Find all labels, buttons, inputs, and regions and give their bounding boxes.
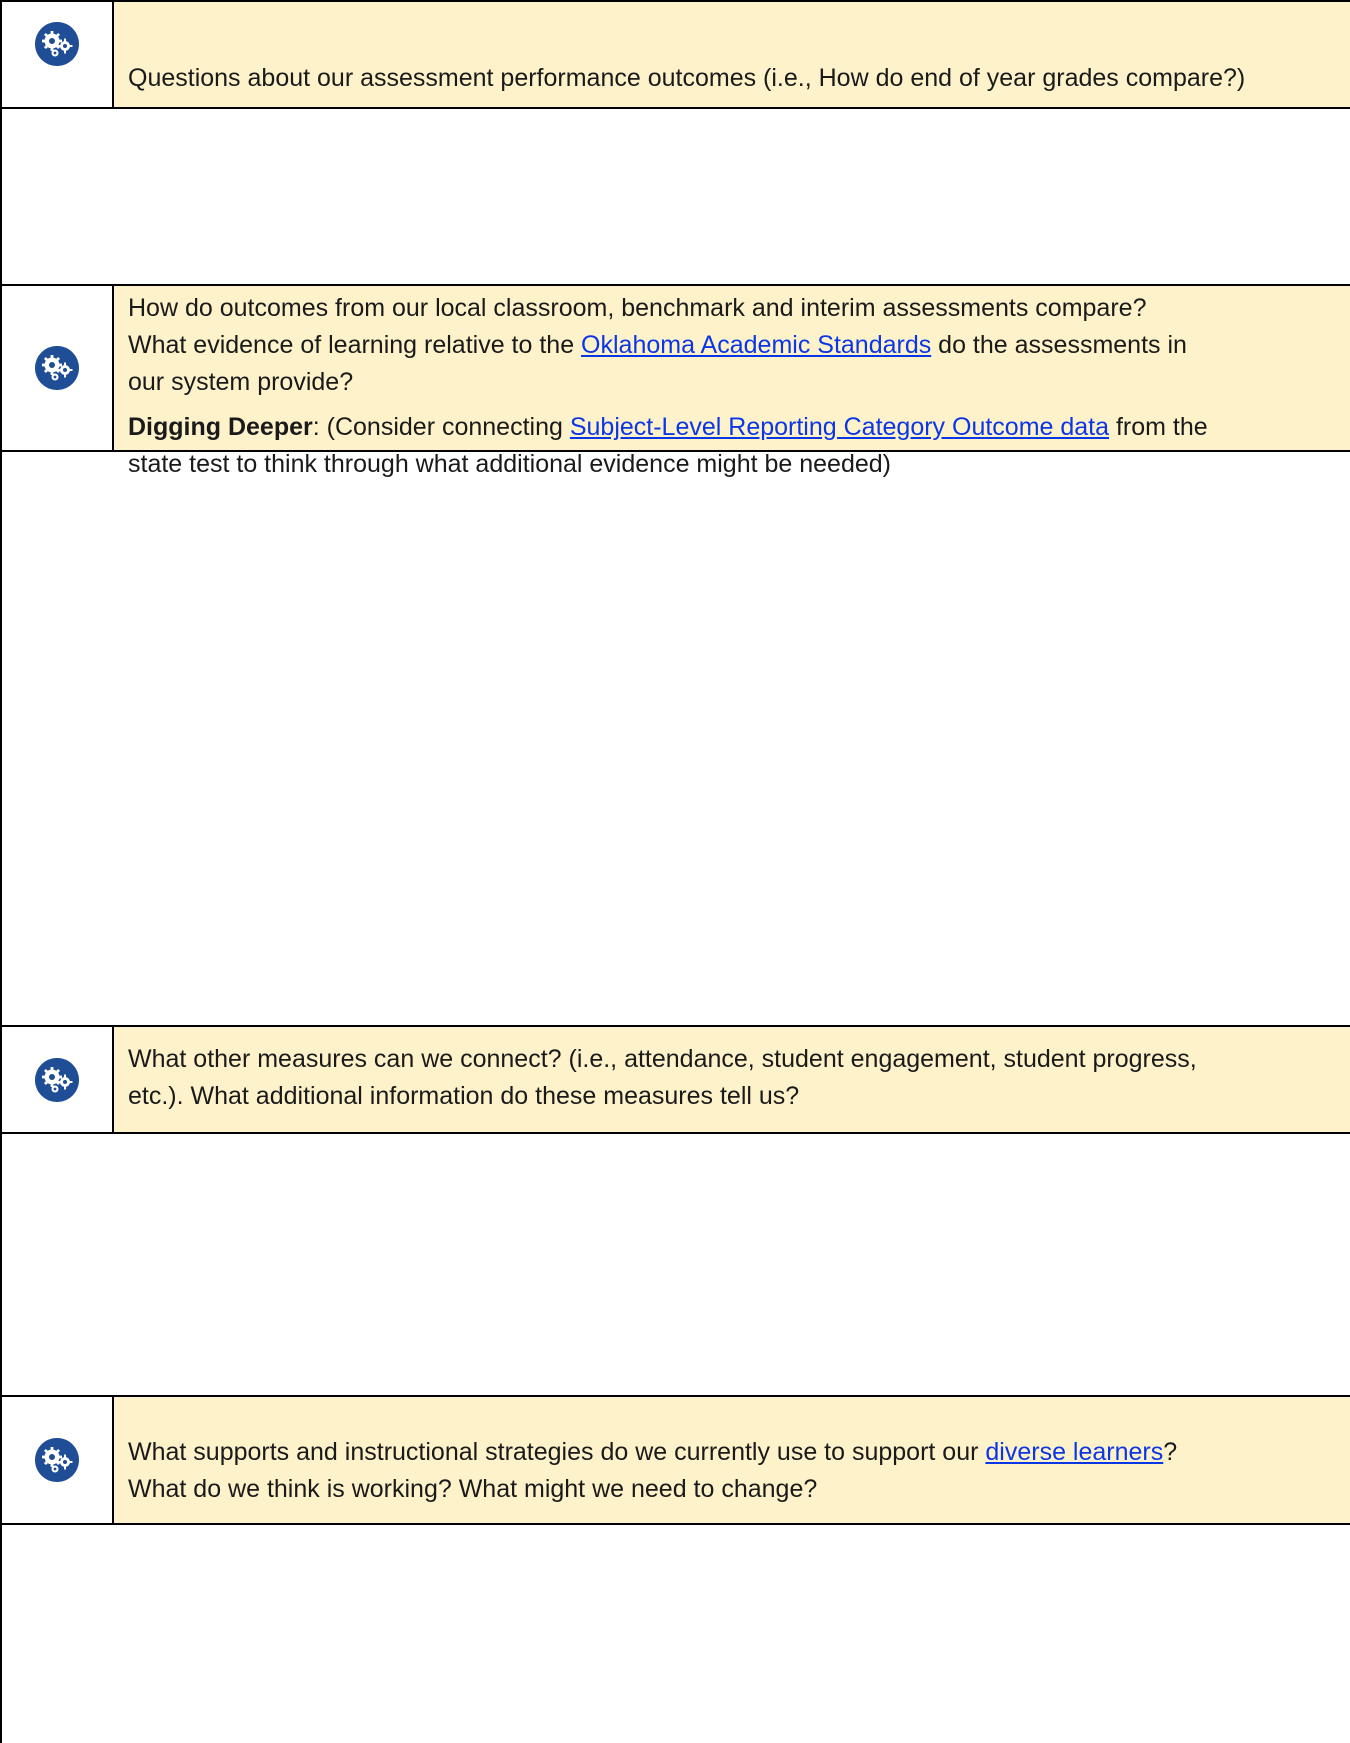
- section-diverse-learners: What supports and instructional strategi…: [2, 1395, 1350, 1743]
- prompt-text: What supports and instructional strategi…: [114, 1397, 1350, 1523]
- section-local-assessments: How do outcomes from our local classroom…: [2, 284, 1350, 750]
- text-span: do the assessments in: [931, 331, 1187, 359]
- prompt-line: our system provide?: [128, 368, 354, 396]
- prompt-line: What other measures can we connect? (i.e…: [128, 1045, 1197, 1073]
- reflection-worksheet: Questions about our assessment performan…: [0, 0, 1350, 1743]
- prompt-row: What other measures can we connect? (i.e…: [2, 1025, 1350, 1134]
- digging-deeper-label: Digging Deeper: [128, 413, 313, 441]
- diverse-learners-link[interactable]: diverse learners: [985, 1438, 1163, 1466]
- prompt-text: How do outcomes from our local classroom…: [114, 286, 1350, 478]
- text-span: What supports and instructional strategi…: [128, 1438, 986, 1466]
- answer-area[interactable]: [2, 452, 1350, 750]
- text-span: ?: [1163, 1438, 1178, 1466]
- oklahoma-academic-standards-link[interactable]: Oklahoma Academic Standards: [581, 331, 931, 359]
- prompt-line: Questions about our assessment performan…: [128, 64, 1246, 92]
- section-other-measures: What other measures can we connect? (i.e…: [2, 1025, 1350, 1394]
- prompt-line: What do we think is working? What might …: [128, 1475, 818, 1503]
- gears-icon: [35, 22, 79, 66]
- prompt-row: Questions about our assessment performan…: [2, 0, 1350, 109]
- prompt-text: What other measures can we connect? (i.e…: [114, 1027, 1350, 1132]
- icon-cell: [2, 1397, 114, 1523]
- icon-cell: [2, 2, 114, 107]
- prompt-line: What evidence of learning relative to th…: [128, 327, 1336, 364]
- prompt-line: state test to think through what additio…: [128, 450, 892, 478]
- text-span: from the: [1109, 413, 1208, 441]
- answer-area[interactable]: [2, 109, 1350, 286]
- reporting-category-outcome-data-link[interactable]: Subject-Level Reporting Category Outcome…: [570, 413, 1109, 441]
- icon-cell: [2, 1027, 114, 1132]
- gears-icon: [35, 1438, 79, 1482]
- gears-icon: [35, 1057, 79, 1102]
- text-span: What evidence of learning relative to th…: [128, 331, 582, 359]
- prompt-row: How do outcomes from our local classroom…: [2, 284, 1350, 478]
- prompt-text: Questions about our assessment performan…: [114, 2, 1350, 107]
- prompt-row: What supports and instructional strategi…: [2, 1395, 1350, 1525]
- prompt-line: etc.). What additional information do th…: [128, 1082, 800, 1110]
- prompt-line: How do outcomes from our local classroom…: [128, 294, 1147, 322]
- text-span: : (Consider connecting: [312, 413, 570, 441]
- section-assessment-outcomes: Questions about our assessment performan…: [2, 0, 1350, 286]
- digging-deeper-paragraph: Digging Deeper: (Consider connecting Sub…: [128, 409, 1336, 446]
- prompt-line: What supports and instructional strategi…: [128, 1434, 1336, 1471]
- icon-cell: [2, 286, 114, 450]
- answer-area[interactable]: [2, 1134, 1350, 1394]
- gears-icon: [35, 346, 79, 390]
- answer-area[interactable]: [2, 1525, 1350, 1743]
